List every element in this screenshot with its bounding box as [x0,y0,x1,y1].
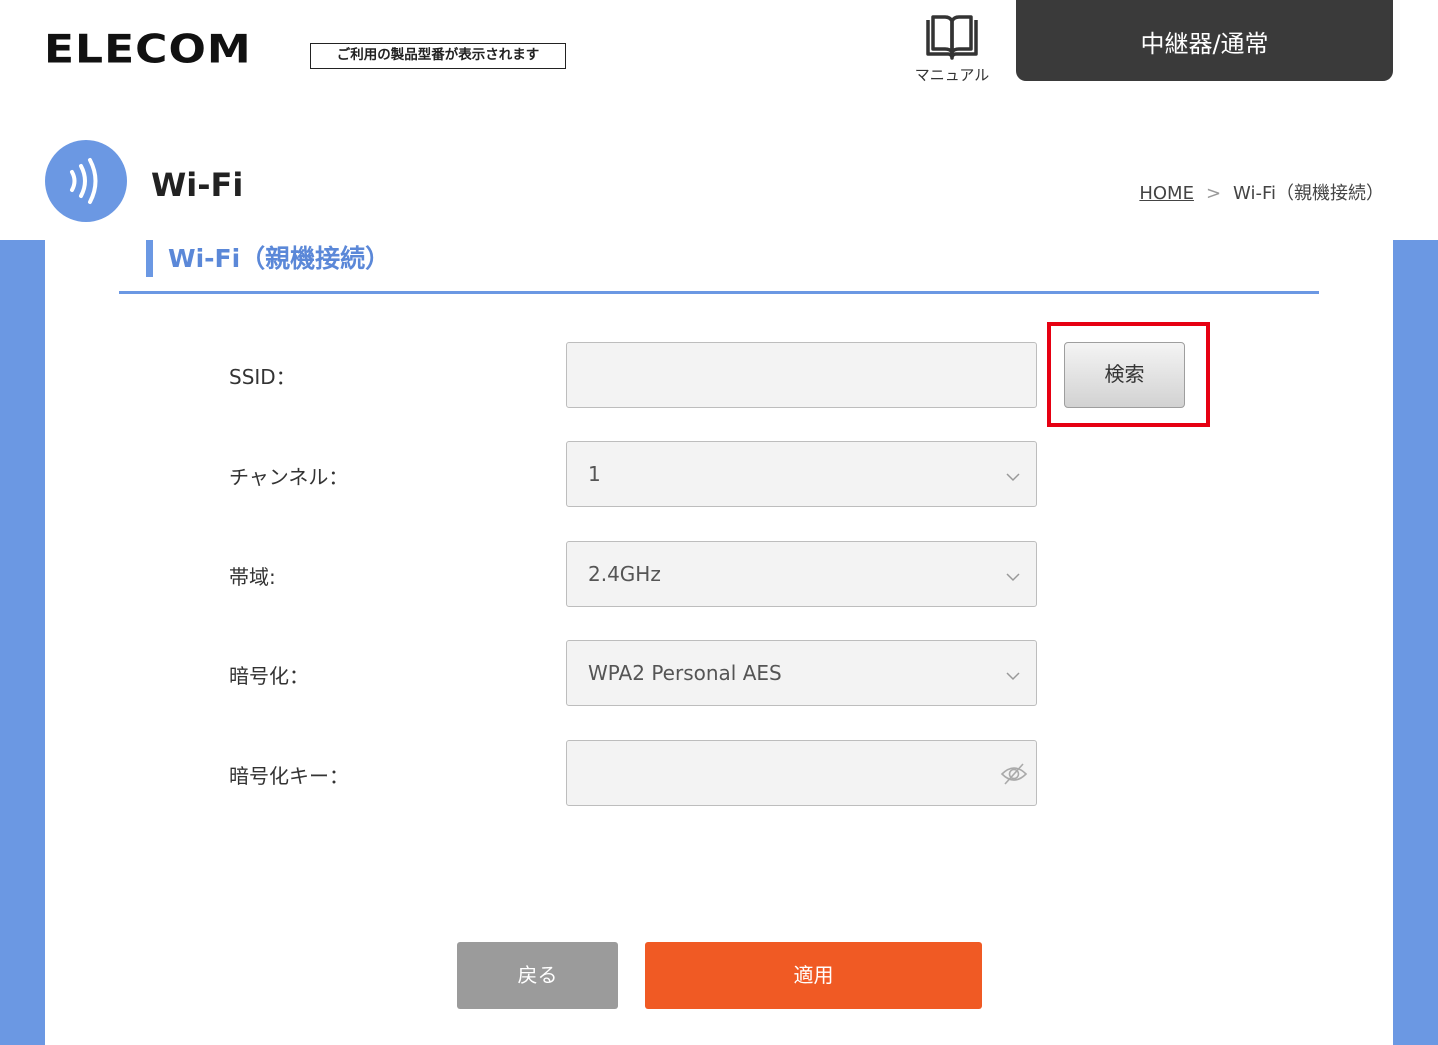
breadcrumb-separator: > [1205,183,1222,204]
chevron-down-icon [1006,666,1020,685]
page-title: Wi-Fi [151,166,244,204]
ssid-input[interactable] [566,342,1037,408]
manual-link[interactable]: マニュアル [900,14,1004,85]
band-select[interactable]: 2.4GHz [566,541,1037,607]
model-number-label: ご利用の製品型番が表示されます [310,43,566,69]
encryption-label: 暗号化： [229,664,309,688]
back-button[interactable]: 戻る [457,942,618,1009]
breadcrumb-current: Wi-Fi（親機接続） [1233,183,1384,204]
operation-mode-indicator: 中継器/通常 [1016,0,1393,81]
encryption-key-label: 暗号化キー： [229,764,349,788]
section-accent-bar [146,240,153,277]
band-label: 帯域: [229,565,276,589]
encryption-value: WPA2 Personal AES [588,661,782,685]
chevron-down-icon [1006,567,1020,586]
wifi-signal-icon [45,140,127,222]
manual-label: マニュアル [914,66,990,84]
section-title: Wi-Fi（親機接続） [168,244,391,273]
right-side-band [1393,240,1438,1045]
eye-slash-icon[interactable] [1000,761,1028,791]
breadcrumb-home-link[interactable]: HOME [1139,183,1194,204]
channel-select[interactable]: 1 [566,441,1037,507]
channel-label: チャンネル： [229,465,349,489]
breadcrumb: HOME > Wi-Fi（親機接続） [1139,179,1384,205]
band-value: 2.4GHz [588,562,661,586]
section-divider [119,291,1319,294]
chevron-down-icon [1006,467,1020,486]
book-icon [900,14,1004,60]
left-side-band [0,240,45,1045]
ssid-label: SSID： [229,365,296,389]
channel-value: 1 [588,462,601,486]
encryption-select[interactable]: WPA2 Personal AES [566,640,1037,706]
apply-button[interactable]: 適用 [645,942,982,1009]
elecom-logo: ELECOM [44,26,252,73]
search-button-highlight [1047,322,1210,427]
encryption-key-input[interactable] [566,740,1037,806]
